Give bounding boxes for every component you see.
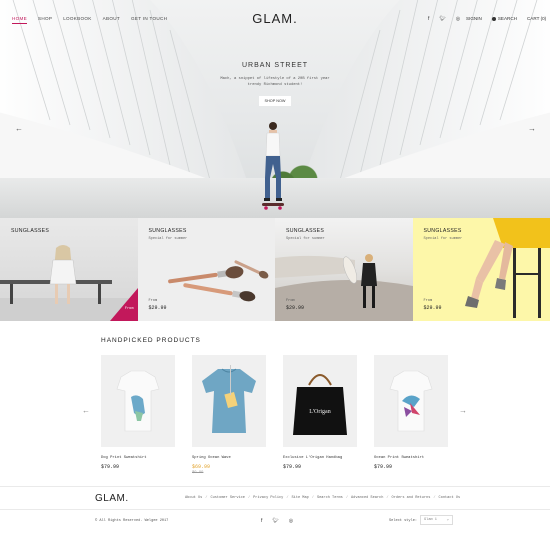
instagram-icon[interactable]: ◎ (456, 16, 460, 22)
style-select[interactable]: Glam 1 ⌄ (420, 515, 453, 525)
banner-2-title: SUNGLASSES (148, 228, 187, 234)
hero-subtitle: Mach, a snippet of lifestyle of a 20B fi… (0, 76, 550, 88)
banner-3-subtitle: Special for summer (286, 237, 325, 241)
shop-now-button[interactable]: SHOP NOW (259, 96, 291, 106)
footer-link-contact[interactable]: Contact Us (439, 496, 461, 500)
product-2-name[interactable]: Spring Ocean Wave (192, 456, 266, 460)
banner-4-subtitle: Special for summer (423, 237, 463, 241)
footer-separator: / (311, 496, 314, 500)
product-4-name[interactable]: Ocean Print Sweatshirt (374, 456, 448, 460)
twitter-icon[interactable]: 🐦︎ (439, 16, 445, 22)
product-1-name[interactable]: Dog Print Sweatshirt (101, 456, 175, 460)
footer-link-customer-service[interactable]: Customer Service (210, 496, 245, 500)
product-3-price: $79.99 (283, 464, 302, 470)
chevron-down-icon: ⌄ (446, 518, 449, 522)
instagram-icon[interactable]: ◎ (289, 518, 293, 524)
product-2-tshirt-graphic (202, 365, 256, 433)
product-card-2[interactable]: Spring Ocean Wave $69.99 $9.99 (192, 355, 266, 475)
header-social: f 🐦︎ ◎ (428, 16, 460, 22)
footer-divider-bottom (0, 509, 550, 510)
footer-separator: / (247, 496, 251, 500)
product-1-price: $79.99 (101, 464, 120, 470)
footer-separator: / (433, 496, 436, 500)
product-card-3[interactable]: L'Origan Exclusive L'Origan Handbag $79.… (283, 355, 357, 470)
footer-link-advanced-search[interactable]: Advanced Search (351, 496, 383, 500)
banner-1-accent (109, 288, 138, 321)
footer-links: About Us / Customer Service / Privacy Poli… (185, 496, 460, 500)
facebook-icon[interactable]: f (428, 16, 429, 22)
search-label: SEARCH (497, 16, 517, 21)
header-actions: SIGNIN SEARCH CART (0) (466, 16, 546, 21)
hero-title: URBAN STREET (241, 62, 309, 69)
banner-3-price-label: From (286, 299, 295, 303)
footer-link-about[interactable]: About Us (185, 496, 202, 500)
footer-logo[interactable]: GLAM. (95, 493, 129, 504)
hero-prev-arrow-icon[interactable]: ← (15, 124, 23, 133)
facebook-icon[interactable]: f (261, 518, 262, 524)
banner-1-tag: From (124, 307, 134, 311)
promo-banners: SUNGLASSES From SUNGLASSES Special for s… (0, 218, 550, 321)
product-4-image[interactable] (374, 355, 448, 447)
product-card-1[interactable]: Dog Print Sweatshirt $79.99 (101, 355, 175, 470)
hero-next-arrow-icon[interactable]: → (528, 124, 536, 133)
footer-separator: / (345, 496, 348, 500)
products-prev-arrow-icon[interactable]: ← (82, 406, 90, 415)
product-3-image[interactable]: L'Origan (283, 355, 357, 447)
svg-text:L'Origan: L'Origan (309, 409, 330, 415)
footer-separator: / (205, 496, 208, 500)
style-select-value: Glam 1 (424, 518, 437, 522)
footer-separator: / (286, 496, 289, 500)
banner-2-subtitle: Special for summer (148, 237, 188, 241)
banner-2-price-label: From (148, 299, 158, 303)
banner-4-price: $29.99 (423, 305, 442, 311)
product-2-price: $69.99 (192, 464, 211, 470)
banner-4-title: SUNGLASSES (423, 228, 462, 234)
style-select-label: Select style: (389, 519, 418, 523)
banner-3-price: $29.99 (286, 305, 305, 311)
cart-link[interactable]: CART (0) (527, 16, 546, 21)
product-4-price: $79.99 (374, 464, 393, 470)
search-icon (491, 16, 496, 21)
banner-4-price-label: From (423, 299, 433, 303)
product-3-name[interactable]: Exclusive L'Origan Handbag (283, 456, 357, 460)
hero-subtitle-line-2: trendy Richmond student! (247, 83, 303, 87)
twitter-icon[interactable]: 🐦︎ (272, 518, 278, 524)
promo-banner-3[interactable]: SUNGLASSES Special for summer From $29.9… (275, 218, 413, 321)
footer-link-orders-returns[interactable]: Orders and Returns (392, 496, 431, 500)
banner-1-title: SUNGLASSES (11, 228, 50, 234)
product-3-handbag-graphic: L'Origan (293, 374, 347, 435)
footer-social: f 🐦︎ ◎ (261, 518, 293, 524)
handpicked-products-title: HANDPICKED PRODUCTS (101, 337, 201, 344)
footer-copyright: © All Rights Reserved. Welgee 2017 (95, 519, 169, 523)
footer-link-search-terms[interactable]: Search Terms (317, 496, 343, 500)
hero-slider: HOME SHOP LOOKBOOK ABOUT GET IN TOUCH GL… (0, 0, 550, 218)
product-1-image[interactable] (101, 355, 175, 447)
signin-link[interactable]: SIGNIN (466, 16, 482, 21)
products-next-arrow-icon[interactable]: → (459, 406, 467, 415)
product-4-tshirt-graphic (389, 370, 433, 432)
product-card-4[interactable]: Ocean Print Sweatshirt $79.99 (374, 355, 448, 470)
promo-banner-1[interactable]: SUNGLASSES From (0, 218, 138, 321)
banner-2-price: $29.99 (148, 305, 167, 311)
product-2-old-price: $9.99 (192, 471, 204, 475)
promo-banner-4[interactable]: SUNGLASSES Special for summer From $29.9… (412, 218, 550, 321)
banner-3-title: SUNGLASSES (286, 228, 325, 234)
footer-separator: / (386, 496, 389, 500)
hero-model-image (262, 122, 284, 210)
promo-banner-2[interactable]: SUNGLASSES Special for summer From $29.9… (137, 218, 275, 321)
footer-link-sitemap[interactable]: Site Map (292, 496, 309, 500)
footer-link-privacy[interactable]: Privacy Policy (253, 496, 283, 500)
footer-divider-top (0, 486, 550, 487)
search-button[interactable]: SEARCH (491, 16, 517, 21)
product-1-tshirt-graphic (116, 370, 160, 432)
product-2-image[interactable] (192, 355, 266, 447)
